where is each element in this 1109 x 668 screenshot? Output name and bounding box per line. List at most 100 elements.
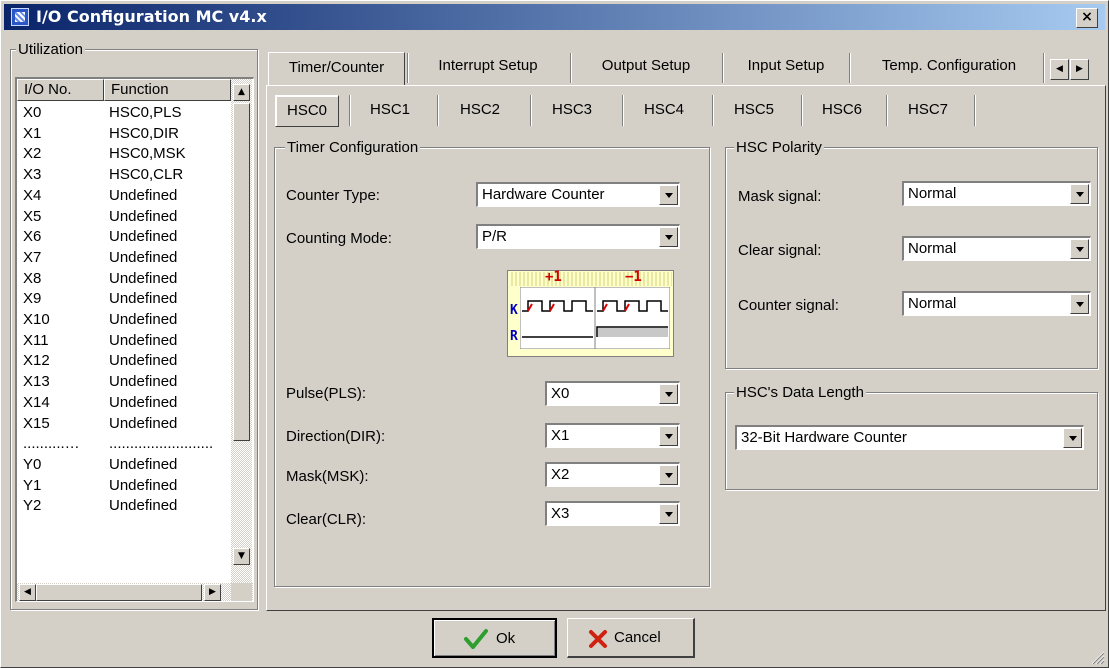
io-number: X1 xyxy=(23,124,42,142)
chevron-down-icon[interactable] xyxy=(1070,184,1089,204)
tab-separator xyxy=(530,95,531,126)
tab-timer-counter[interactable]: Timer/Counter xyxy=(268,52,405,85)
list-item[interactable]: X15 Undefined xyxy=(17,414,217,433)
list-item[interactable]: X4 Undefined xyxy=(17,186,217,205)
arrow-left-icon: ◀ xyxy=(1056,64,1063,74)
column-header-io-no[interactable]: I/O No. xyxy=(17,79,104,101)
tab-separator xyxy=(1043,53,1044,83)
io-number: Y0 xyxy=(23,455,42,473)
scroll-right-button[interactable]: ▶ xyxy=(204,584,221,601)
io-function: Undefined xyxy=(109,476,178,494)
chevron-down-icon[interactable] xyxy=(659,504,678,524)
tab-separator xyxy=(801,95,802,126)
io-function: Undefined xyxy=(109,290,178,308)
tab-hsc1[interactable]: HSC1 xyxy=(355,99,425,121)
io-function: HSC0,CLR xyxy=(109,166,184,184)
list-item[interactable]: X7 Undefined xyxy=(17,248,217,267)
scroll-left-button[interactable]: ◀ xyxy=(19,584,36,601)
io-function: Undefined xyxy=(109,497,178,515)
hsc-data-length-select[interactable]: 32-Bit Hardware Counter xyxy=(735,425,1084,450)
counting-mode-select[interactable]: P/R xyxy=(476,224,680,249)
io-number: X3 xyxy=(23,166,42,184)
list-item[interactable]: X6 Undefined xyxy=(17,227,217,246)
counter-signal-label: Counter signal: xyxy=(738,297,839,314)
cancel-button[interactable]: Cancel xyxy=(567,618,695,658)
chevron-down-icon[interactable] xyxy=(1063,428,1082,448)
list-item[interactable]: X2 HSC0,MSK xyxy=(17,144,217,163)
hsc-tab-strip: HSC0 HSC1 HSC2 HSC3 HSC4 HSC5 HSC6 HSC7 xyxy=(269,91,989,131)
tab-scroll-right-button[interactable]: ▶ xyxy=(1070,59,1089,80)
title-bar[interactable]: I/O Configuration MC v4.x × xyxy=(4,4,1105,30)
list-item[interactable]: X10 Undefined xyxy=(17,310,217,329)
list-item[interactable]: X3 HSC0,CLR xyxy=(17,165,217,184)
io-function: Undefined xyxy=(109,373,178,391)
chevron-down-icon[interactable] xyxy=(659,384,678,404)
list-item[interactable]: Y2 Undefined xyxy=(17,496,217,515)
pulse-select[interactable]: X0 xyxy=(545,381,680,406)
list-item[interactable]: ..........…......................... xyxy=(17,434,217,453)
mask-select[interactable]: X2 xyxy=(545,462,680,487)
chevron-down-icon[interactable] xyxy=(1070,294,1089,314)
tab-hsc4[interactable]: HSC4 xyxy=(629,99,699,121)
io-function: HSC0,MSK xyxy=(109,145,186,163)
direction-select[interactable]: X1 xyxy=(545,423,680,448)
tab-hsc0[interactable]: HSC0 xyxy=(275,95,339,127)
window-title: I/O Configuration MC v4.x xyxy=(36,7,267,26)
tab-separator xyxy=(974,95,975,126)
tab-output-setup[interactable]: Output Setup xyxy=(576,55,716,77)
list-item[interactable]: X13 Undefined xyxy=(17,372,217,391)
tab-input-setup[interactable]: Input Setup xyxy=(727,55,845,77)
checkmark-icon xyxy=(464,629,488,649)
tab-separator xyxy=(570,53,571,83)
list-item[interactable]: X5 Undefined xyxy=(17,207,217,226)
ok-button[interactable]: Ok xyxy=(432,618,557,658)
hsc-polarity-label: HSC Polarity xyxy=(734,139,824,157)
list-item[interactable]: X11 Undefined xyxy=(17,331,217,350)
list-item[interactable]: X9 Undefined xyxy=(17,289,217,308)
io-number: X6 xyxy=(23,228,42,246)
counting-mode-label: Counting Mode: xyxy=(286,230,392,247)
chevron-down-icon[interactable] xyxy=(659,426,678,446)
list-item[interactable]: X12 Undefined xyxy=(17,351,217,370)
chevron-down-icon[interactable] xyxy=(659,465,678,485)
list-item[interactable]: X14 Undefined xyxy=(17,393,217,412)
tab-hsc6[interactable]: HSC6 xyxy=(807,99,877,121)
tab-hsc5[interactable]: HSC5 xyxy=(719,99,789,121)
counting-mode-diagram: +1 −1 K R xyxy=(507,269,674,357)
utilization-list[interactable]: I/O No. Function X0 HSC0,PLS X1 HSC0,DIR X2 H… xyxy=(15,77,254,602)
ok-label: Ok xyxy=(496,630,516,647)
column-header-function[interactable]: Function xyxy=(104,79,231,101)
tab-separator xyxy=(849,53,850,83)
scroll-up-button[interactable]: ▲ xyxy=(233,84,250,101)
list-item[interactable]: X1 HSC0,DIR xyxy=(17,124,217,143)
tab-hsc2[interactable]: HSC2 xyxy=(445,99,515,121)
tab-temp-configuration[interactable]: Temp. Configuration xyxy=(858,55,1040,77)
scroll-thumb[interactable] xyxy=(233,103,250,441)
chevron-down-icon[interactable] xyxy=(1070,239,1089,259)
chevron-down-icon[interactable] xyxy=(659,185,678,205)
horizontal-scroll-thumb[interactable] xyxy=(36,584,202,601)
list-item[interactable]: X8 Undefined xyxy=(17,269,217,288)
tab-separator xyxy=(407,53,408,83)
clear-select[interactable]: X3 xyxy=(545,501,680,526)
counter-type-select[interactable]: Hardware Counter xyxy=(476,182,680,207)
counter-signal-select[interactable]: Normal xyxy=(902,291,1091,316)
tab-hsc7[interactable]: HSC7 xyxy=(893,99,963,121)
list-item[interactable]: Y1 Undefined xyxy=(17,476,217,495)
mask-signal-select[interactable]: Normal xyxy=(902,181,1091,206)
scroll-down-button[interactable]: ▼ xyxy=(233,548,250,565)
chevron-down-icon[interactable] xyxy=(659,227,678,247)
io-function: ......................... xyxy=(109,435,214,453)
hsc-data-length-value: 32-Bit Hardware Counter xyxy=(741,429,907,446)
tab-hsc3[interactable]: HSC3 xyxy=(537,99,607,121)
clear-signal-select[interactable]: Normal xyxy=(902,236,1091,261)
close-button[interactable]: × xyxy=(1076,8,1098,28)
tab-scroll-left-button[interactable]: ◀ xyxy=(1050,59,1069,80)
tab-interrupt-setup[interactable]: Interrupt Setup xyxy=(413,55,563,77)
io-number: Y2 xyxy=(23,497,42,515)
list-item[interactable]: Y0 Undefined xyxy=(17,455,217,474)
pulse-waveform xyxy=(520,287,670,349)
resize-grip-icon[interactable] xyxy=(1087,647,1105,665)
list-item[interactable]: X0 HSC0,PLS xyxy=(17,103,217,122)
clear-signal-label: Clear signal: xyxy=(738,242,822,259)
